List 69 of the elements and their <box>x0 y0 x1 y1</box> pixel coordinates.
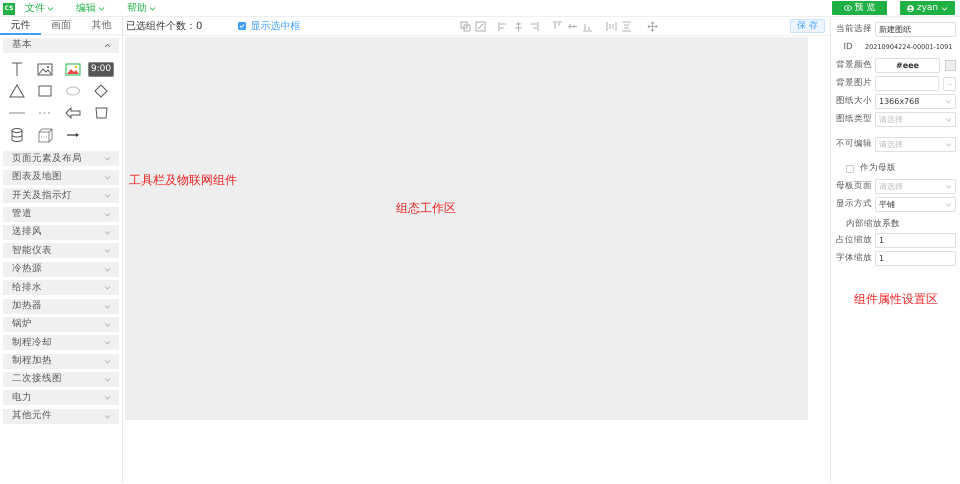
field-label: 占位缩放 <box>836 234 872 248</box>
distribute-vertical-icon[interactable] <box>621 20 632 32</box>
text-field[interactable]: 1 <box>875 233 956 248</box>
eye-icon <box>844 5 852 11</box>
category-header[interactable]: 智能仪表 <box>3 243 119 258</box>
field-label: 当前选择 <box>836 23 872 36</box>
triangle-icon[interactable] <box>8 82 26 100</box>
caret-icon <box>941 6 948 10</box>
field-label: 显示方式 <box>836 198 872 212</box>
select-field[interactable]: 平铺 <box>875 197 956 212</box>
chevron-icon <box>945 117 952 122</box>
checkbox[interactable] <box>846 164 854 173</box>
category-header[interactable]: 锅炉 <box>3 316 119 332</box>
category-header[interactable]: 二次接线图 <box>3 372 119 388</box>
text-field[interactable]: 1 <box>875 251 956 266</box>
category-header[interactable]: 管道 <box>3 206 119 222</box>
tab[interactable]: 其他 <box>81 17 122 35</box>
align-top-icon[interactable] <box>552 20 564 32</box>
distribute-horizontal-icon[interactable] <box>606 20 618 32</box>
field-label: 背景图片 <box>836 77 872 90</box>
category-header[interactable]: 送排风 <box>3 224 119 240</box>
category-header[interactable]: 开关及指示灯 <box>3 188 119 204</box>
selected-count: 已选组件个数：0 <box>126 20 202 34</box>
caret-icon <box>47 6 54 11</box>
align-right-icon[interactable] <box>528 20 540 32</box>
annotation-text: 组态工作区 <box>396 200 456 217</box>
cube-icon[interactable] <box>36 126 54 144</box>
color-swatch-button[interactable] <box>945 60 956 72</box>
annotation-text: 工具栏及物联网组件 <box>129 172 237 189</box>
annotation-text: 组件属性设置区 <box>854 291 938 308</box>
field-label: 母板页面 <box>836 180 872 194</box>
move-icon[interactable] <box>647 20 658 32</box>
chevron-icon <box>945 184 952 190</box>
section-label: 内部缩放系数 <box>846 218 900 232</box>
chevron-icon <box>945 202 952 208</box>
field-label: 背景颜色 <box>836 59 872 72</box>
category-header[interactable]: 给排水 <box>3 280 119 296</box>
caret-icon <box>98 6 105 11</box>
category-header[interactable]: 制程加热 <box>3 354 119 369</box>
text-field[interactable]: 新建图纸 <box>875 22 956 38</box>
group-icon[interactable] <box>460 20 472 32</box>
category-header[interactable]: 电力 <box>3 390 119 406</box>
diamond-icon[interactable] <box>92 82 110 100</box>
select-field[interactable]: 1366x768 <box>875 94 956 110</box>
field-label: 图纸类型 <box>836 113 872 126</box>
master-checkbox[interactable]: 作为母版 <box>846 162 896 176</box>
checkbox[interactable] <box>238 22 246 30</box>
field-label: 图纸大小 <box>836 95 872 108</box>
ungroup-icon[interactable] <box>475 20 486 32</box>
category-header[interactable]: 其他元件 <box>3 408 119 424</box>
color-field[interactable]: #eee <box>875 58 940 74</box>
category-header[interactable]: 制程冷却 <box>3 335 119 350</box>
chevron-icon <box>945 142 952 147</box>
tab[interactable]: 元件 <box>0 17 41 35</box>
field-label: ID <box>842 41 854 54</box>
category-header[interactable]: 冷热源 <box>3 262 119 277</box>
tab[interactable]: 画面 <box>40 17 82 35</box>
user-icon <box>906 4 914 12</box>
category-header[interactable]: 加热器 <box>3 298 119 314</box>
clock-widget[interactable]: 9:00 <box>88 62 114 77</box>
field-label: 字体缩放 <box>836 252 872 266</box>
field-label: 不可编辑 <box>836 138 872 151</box>
category-header[interactable]: 基本 <box>3 38 119 53</box>
category-header[interactable]: 页面元素及布局 <box>3 151 119 166</box>
align-center-icon[interactable] <box>513 20 524 32</box>
category-header[interactable]: 图表及地图 <box>3 170 119 185</box>
chevron-icon <box>945 99 952 104</box>
caret-icon <box>149 6 156 11</box>
image-field[interactable] <box>875 76 939 92</box>
